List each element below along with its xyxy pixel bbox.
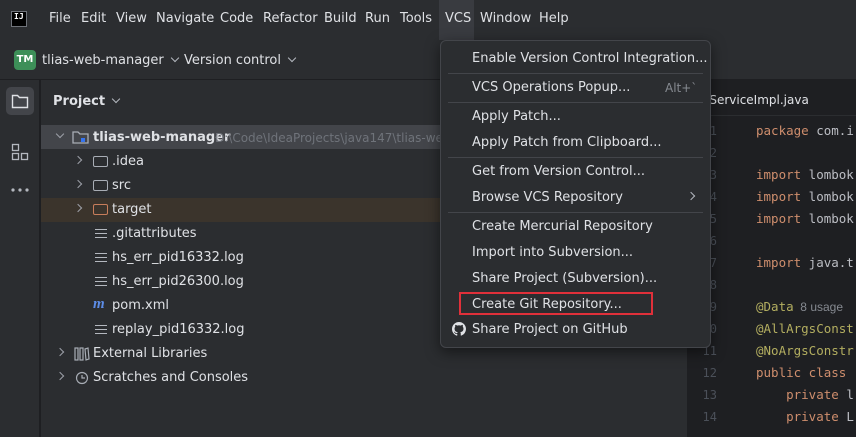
menu-navigate[interactable]: Navigate <box>156 11 214 26</box>
folder-icon <box>93 156 108 167</box>
module-folder-icon <box>72 131 89 144</box>
shortcut-label: Alt+` <box>665 81 698 95</box>
menu-separator <box>448 73 703 74</box>
project-panel-title[interactable]: Project <box>53 94 121 109</box>
code-line: import lombok <box>756 167 854 182</box>
text-file-icon <box>95 229 107 240</box>
annotation-highlight-box <box>459 292 653 315</box>
tool-window-strip <box>0 80 40 437</box>
menu-item-share-on-github[interactable]: Share Project on GitHub <box>472 322 628 337</box>
menu-tools[interactable]: Tools <box>400 11 432 26</box>
menu-item-apply-patch[interactable]: Apply Patch... <box>472 109 561 124</box>
code-line: private L <box>756 409 854 424</box>
version-control-label: Version control <box>184 53 281 68</box>
menu-separator <box>448 212 703 213</box>
project-title-label: Project <box>53 94 106 109</box>
root-module-name[interactable]: tlias-web-manager <box>93 130 230 145</box>
menu-item-apply-patch-clipboard[interactable]: Apply Patch from Clipboard... <box>472 135 662 150</box>
intellij-logo-icon[interactable]: IJ <box>11 11 27 27</box>
chevron-down-icon <box>287 53 297 63</box>
tree-item-replay[interactable]: replay_pid16332.log <box>112 322 245 337</box>
root-module-path: D:\Code\IdeaProjects\java147\tlias-web <box>215 131 451 145</box>
menu-item-share-project-subversion[interactable]: Share Project (Subversion)... <box>472 271 657 286</box>
tree-item-hs-err-26300[interactable]: hs_err_pid26300.log <box>112 274 244 289</box>
code-line: public class <box>756 365 847 380</box>
code-line: @AllArgsConst <box>756 321 854 336</box>
editor-tab-divider <box>687 115 856 116</box>
project-name: tlias-web-manager <box>42 53 164 68</box>
tree-item-idea[interactable]: .idea <box>112 154 144 169</box>
menu-separator <box>448 157 703 158</box>
project-switcher[interactable]: tlias-web-manager <box>42 53 180 68</box>
text-file-icon <box>95 253 107 264</box>
menu-code[interactable]: Code <box>220 11 253 26</box>
folder-icon <box>11 94 29 109</box>
code-line: @NoArgsConstr <box>756 343 854 358</box>
menu-item-vcs-operations-popup[interactable]: VCS Operations Popup... <box>472 80 630 95</box>
tree-item-src[interactable]: src <box>112 178 131 193</box>
menu-vcs[interactable]: VCS <box>445 11 471 26</box>
code-line: import lombok <box>756 211 854 226</box>
code-line: package com.i <box>756 123 854 138</box>
menu-item-get-from-vcs[interactable]: Get from Version Control... <box>472 164 645 179</box>
library-icon <box>74 347 90 361</box>
menu-run[interactable]: Run <box>365 11 390 26</box>
menu-file[interactable]: File <box>49 11 71 26</box>
text-file-icon <box>95 325 107 336</box>
chevron-down-icon <box>170 53 180 63</box>
line-number: 14 <box>702 410 717 424</box>
maven-icon: m <box>93 296 105 312</box>
structure-icon[interactable] <box>11 143 29 161</box>
menu-help[interactable]: Help <box>539 11 569 26</box>
folder-icon <box>93 180 108 191</box>
menu-separator <box>448 102 703 103</box>
excluded-folder-icon <box>93 204 108 215</box>
line-number: 12 <box>702 366 717 380</box>
menu-item-browse-vcs-repo[interactable]: Browse VCS Repository <box>472 190 623 205</box>
github-icon <box>452 322 466 336</box>
menu-window[interactable]: Window <box>480 11 531 26</box>
menu-view[interactable]: View <box>116 11 147 26</box>
version-control-widget[interactable]: Version control <box>184 53 297 68</box>
chevron-down-icon <box>111 94 121 104</box>
menu-item-import-subversion[interactable]: Import into Subversion... <box>472 245 633 260</box>
menu-edit[interactable]: Edit <box>81 11 106 26</box>
code-line: import java.t <box>756 255 854 270</box>
menu-item-create-mercurial-repo[interactable]: Create Mercurial Repository <box>472 219 653 234</box>
line-number: 13 <box>702 388 717 402</box>
editor-tab[interactable]: ptServiceImpl.java <box>697 93 809 107</box>
menu-item-enable-vcs[interactable]: Enable Version Control Integration... <box>472 51 708 66</box>
tree-item-external-libraries[interactable]: External Libraries <box>93 346 207 361</box>
more-icon[interactable] <box>11 186 29 194</box>
code-line: private l <box>756 387 854 402</box>
tree-item-scratches[interactable]: Scratches and Consoles <box>93 370 248 385</box>
project-badge[interactable]: TM <box>14 50 36 70</box>
code-line: @Data 8 usage <box>756 299 844 314</box>
menu-build[interactable]: Build <box>324 11 357 26</box>
text-file-icon <box>95 277 107 288</box>
scratches-icon <box>75 371 89 385</box>
menu-refactor[interactable]: Refactor <box>263 11 318 26</box>
tree-item-target[interactable]: target <box>112 202 152 217</box>
code-line: import lombok <box>756 189 854 204</box>
tree-item-pom[interactable]: pom.xml <box>112 298 169 313</box>
tree-item-gitattributes[interactable]: .gitattributes <box>112 226 197 241</box>
tree-item-hs-err-16332[interactable]: hs_err_pid16332.log <box>112 250 244 265</box>
